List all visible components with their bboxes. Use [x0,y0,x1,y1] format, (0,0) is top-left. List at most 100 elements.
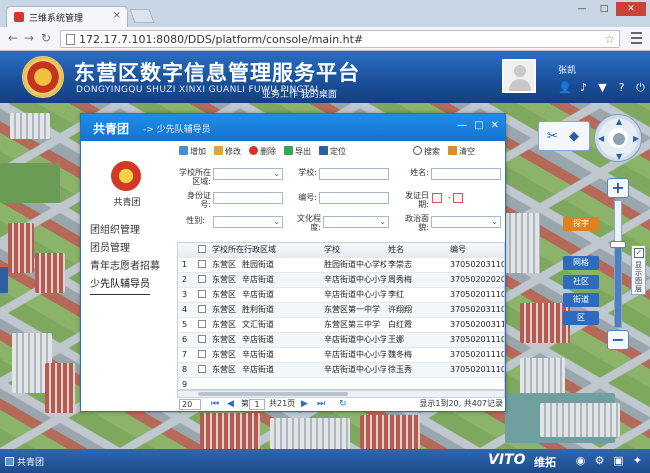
row-checkbox[interactable] [198,303,206,317]
education-select[interactable]: ⌄ [323,216,389,228]
left-dock-tab[interactable] [0,267,8,293]
school-input[interactable] [319,168,389,180]
minimize-icon[interactable]: — [457,120,467,132]
row-checkbox[interactable] [198,273,206,287]
pan-right-icon[interactable]: ▶ [633,134,639,143]
prev-page-icon[interactable]: ◀ [227,397,234,411]
measure-icon[interactable]: ✂ [547,129,558,144]
minimize-button[interactable]: — [572,2,592,16]
refresh-icon[interactable]: ↻ [339,397,347,411]
locate-button[interactable]: 定位 [319,146,346,157]
table-row[interactable]: 2 东营区辛店街道 辛店街道中心小学周秀梅 370502020200 [178,273,504,288]
layer-button-tanyu[interactable]: 探宇 [563,217,599,231]
row-checkbox[interactable] [198,333,206,347]
maximize-button[interactable]: □ [594,2,614,16]
zoom-out-button[interactable]: − [607,330,629,350]
table-row[interactable]: 1 东营区胜园街道 胜园街道中心学校李崇志 370502031100 [178,258,504,273]
clear-button[interactable]: 清空 [448,146,475,157]
political-select[interactable]: ⌄ [431,216,501,228]
zoom-slider-handle[interactable] [610,241,626,248]
column-code[interactable]: 编号 [450,243,504,257]
close-window-button[interactable]: ✕ [616,2,646,16]
avatar[interactable] [502,59,536,93]
volume-icon[interactable]: ♪ [577,81,590,94]
table-row[interactable]: 7 东营区辛店街道 辛店街道中心小学魏冬梅 370502011102 [178,348,504,363]
row-checkbox[interactable] [198,288,206,302]
close-icon[interactable]: ✕ [491,120,499,132]
dialog-header[interactable]: 共青团 -> 少先队辅导员 — □ ✕ [81,114,505,141]
table-row[interactable]: 6 东营区辛店街道 辛店街道中心小学王娜 370502011101 [178,333,504,348]
sidebar-item-volunteers[interactable]: 青年志愿者招募 [90,258,170,276]
search-button[interactable]: 搜索 [413,146,440,157]
camera-icon[interactable]: ▣ [612,454,625,467]
last-page-icon[interactable]: ⏭ [317,397,325,411]
calendar-icon[interactable] [432,193,442,203]
browser-menu-icon[interactable] [631,32,642,44]
name-input[interactable] [431,168,501,180]
id-input[interactable] [213,192,283,204]
gender-select[interactable]: ⌄ [213,216,283,228]
sidebar-item-pioneer-tutors[interactable]: 少先队辅导员 [90,276,150,295]
compass[interactable]: ▲ ▼ ◀ ▶ [594,114,642,162]
column-school[interactable]: 学校 [324,243,384,257]
layer-button-community[interactable]: 社区 [563,275,599,289]
zoom-slider[interactable] [610,200,626,328]
row-checkbox[interactable] [198,258,206,272]
help-icon[interactable]: ? [615,81,628,94]
address-bar[interactable]: 172.17.7.101:8080/DDS/platform/console/m… [60,30,620,48]
row-checkbox[interactable] [198,363,206,377]
layer-button-district[interactable]: 区 [563,311,599,325]
scrollbar-thumb[interactable] [198,392,348,396]
forward-icon[interactable]: → [24,31,34,45]
next-page-icon[interactable]: ▶ [301,397,308,411]
calendar-icon[interactable] [453,193,463,203]
browser-tab[interactable]: 三维系统管理 × [6,6,128,27]
page-input[interactable]: 1 [249,399,265,410]
back-icon[interactable]: ← [8,31,18,45]
pan-up-icon[interactable]: ▲ [616,117,622,126]
power-icon[interactable]: ⏻ [634,81,647,94]
close-tab-icon[interactable]: × [113,10,121,21]
show-layer-toggle[interactable]: ✓ 显示图层 [631,245,646,295]
pan-down-icon[interactable]: ▼ [616,152,622,161]
table-row[interactable]: 5 东营区文汇街道 东营区第三中学白红霞 370502003110 [178,318,504,333]
user-icon[interactable]: 👤 [558,81,572,94]
row-number: 5 [182,320,188,329]
sidebar-item-org[interactable]: 团组织管理 [90,222,170,240]
edit-button[interactable]: 修改 [214,146,241,157]
row-checkbox[interactable] [198,318,206,332]
pan-left-icon[interactable]: ◀ [598,134,604,143]
first-page-icon[interactable]: ⏮ [211,397,219,411]
new-tab-button[interactable] [129,9,155,23]
taskbar-item-league[interactable]: 共青团 [5,455,44,468]
code-input[interactable] [319,192,389,204]
column-region[interactable]: 学校所在行政区域 [212,243,322,257]
region-select[interactable]: ⌄ [213,168,283,180]
zoom-in-button[interactable]: + [607,178,629,198]
layer-button-grid[interactable]: 网格 [563,256,599,270]
delete-button[interactable]: 删除 [249,146,276,157]
eraser-icon[interactable]: ◆ [569,129,579,144]
table-row[interactable]: 9 [178,378,504,389]
shirt-icon[interactable]: ▼ [596,81,609,94]
export-button[interactable]: 导出 [284,146,311,157]
row-checkbox[interactable] [198,348,206,362]
table-row[interactable]: 8 东营区辛店街道 辛店街道中心小学徐玉秀 370502011101 [178,363,504,378]
layer-button-street[interactable]: 街道 [563,293,599,307]
page-size-select[interactable]: 20 [179,399,201,410]
compass-center[interactable] [611,131,627,147]
sidebar-item-members[interactable]: 团员管理 [90,240,170,258]
bookmark-star-icon[interactable]: ☆ [604,32,615,46]
add-button[interactable]: 增加 [179,146,206,157]
header-links[interactable]: 业务工作 我的桌面 [262,87,337,100]
settings-icon[interactable]: ⚙ [593,454,606,467]
maximize-icon[interactable]: □ [474,120,483,132]
table-row[interactable]: 3 东营区辛店街道 辛店街道中心小学李红 370502011102 [178,288,504,303]
table-row[interactable]: 4 东营区胜利街道 东营区第一中学许翔翔 370502031101 [178,303,504,318]
show-layer-checkbox[interactable]: ✓ [634,248,644,258]
globe-icon[interactable]: ◉ [574,454,587,467]
reload-icon[interactable]: ↻ [41,31,51,45]
column-name[interactable]: 姓名 [388,243,448,257]
select-all-checkbox[interactable] [198,243,206,257]
cursor-icon[interactable]: ✦ [631,454,644,467]
